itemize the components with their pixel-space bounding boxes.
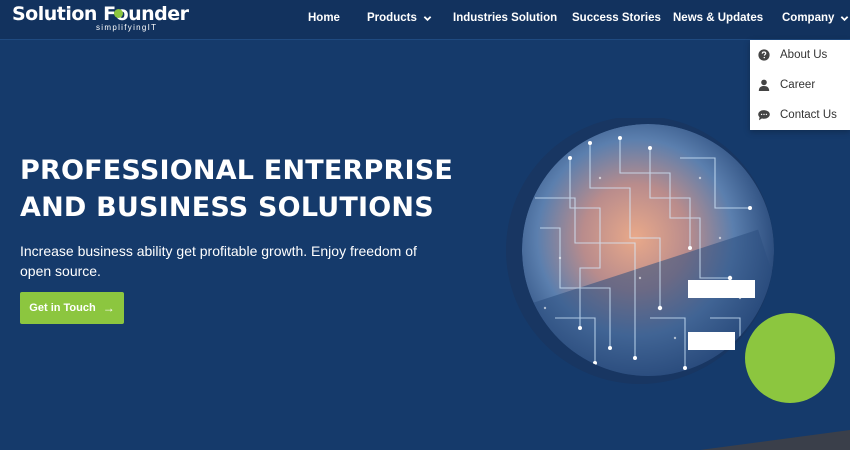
site-header: Solution Founder simplifyingIT Home Prod… bbox=[0, 0, 850, 40]
logo[interactable]: Solution Founder simplifyingIT bbox=[12, 3, 189, 37]
nav-industries-solution[interactable]: Industries Solution bbox=[453, 12, 557, 24]
company-dropdown-menu: About Us Career Contact Us bbox=[750, 40, 850, 130]
nav-industries-label: Industries Solution bbox=[453, 12, 558, 24]
menu-item-about-us[interactable]: About Us bbox=[750, 40, 850, 70]
nav-company[interactable]: Company bbox=[782, 12, 849, 24]
arrow-right-icon: → bbox=[102, 301, 115, 315]
logo-tagline: simplifyingIT bbox=[96, 23, 158, 32]
menu-item-career-label: Career bbox=[780, 79, 816, 91]
nav-news-label: News & Updates bbox=[673, 12, 764, 24]
nav-products[interactable]: Products bbox=[367, 12, 432, 24]
nav-company-label: Company bbox=[782, 12, 835, 24]
image-label-box-2 bbox=[688, 332, 735, 350]
logo-text-left: Solution bbox=[12, 3, 104, 25]
user-icon bbox=[758, 79, 770, 91]
nav-success-stories-label: Success Stories bbox=[572, 12, 661, 24]
logo-dot bbox=[114, 9, 123, 18]
hero-title-line-1: PROFESSIONAL ENTERPRISE bbox=[20, 155, 454, 186]
hero-title: PROFESSIONAL ENTERPRISE AND BUSINESS SOL… bbox=[20, 152, 460, 226]
nav-success-stories[interactable]: Success Stories bbox=[572, 12, 661, 24]
nav-home[interactable]: Home bbox=[308, 12, 340, 24]
decorative-green-circle bbox=[745, 313, 835, 403]
hero-subtitle: Increase business ability get profitable… bbox=[20, 243, 417, 279]
chevron-down-icon bbox=[423, 15, 432, 21]
hero-illustration bbox=[506, 118, 835, 403]
hero-title-line-2: AND BUSINESS SOLUTIONS bbox=[20, 192, 434, 223]
nav-news-updates[interactable]: News & Updates bbox=[673, 12, 763, 24]
logo-text-right: ounder bbox=[115, 3, 189, 25]
nav-products-label: Products bbox=[367, 12, 417, 24]
question-circle-icon bbox=[758, 49, 770, 61]
chevron-down-icon bbox=[841, 15, 849, 21]
nav-home-label: Home bbox=[308, 12, 340, 24]
image-label-box-1 bbox=[688, 280, 755, 298]
logo-wordmark: Solution Founder bbox=[12, 3, 189, 25]
get-in-touch-label: Get in Touch bbox=[29, 302, 96, 314]
menu-item-about-us-label: About Us bbox=[780, 49, 828, 61]
get-in-touch-button[interactable]: Get in Touch → bbox=[20, 292, 124, 324]
menu-item-career[interactable]: Career bbox=[750, 70, 850, 100]
